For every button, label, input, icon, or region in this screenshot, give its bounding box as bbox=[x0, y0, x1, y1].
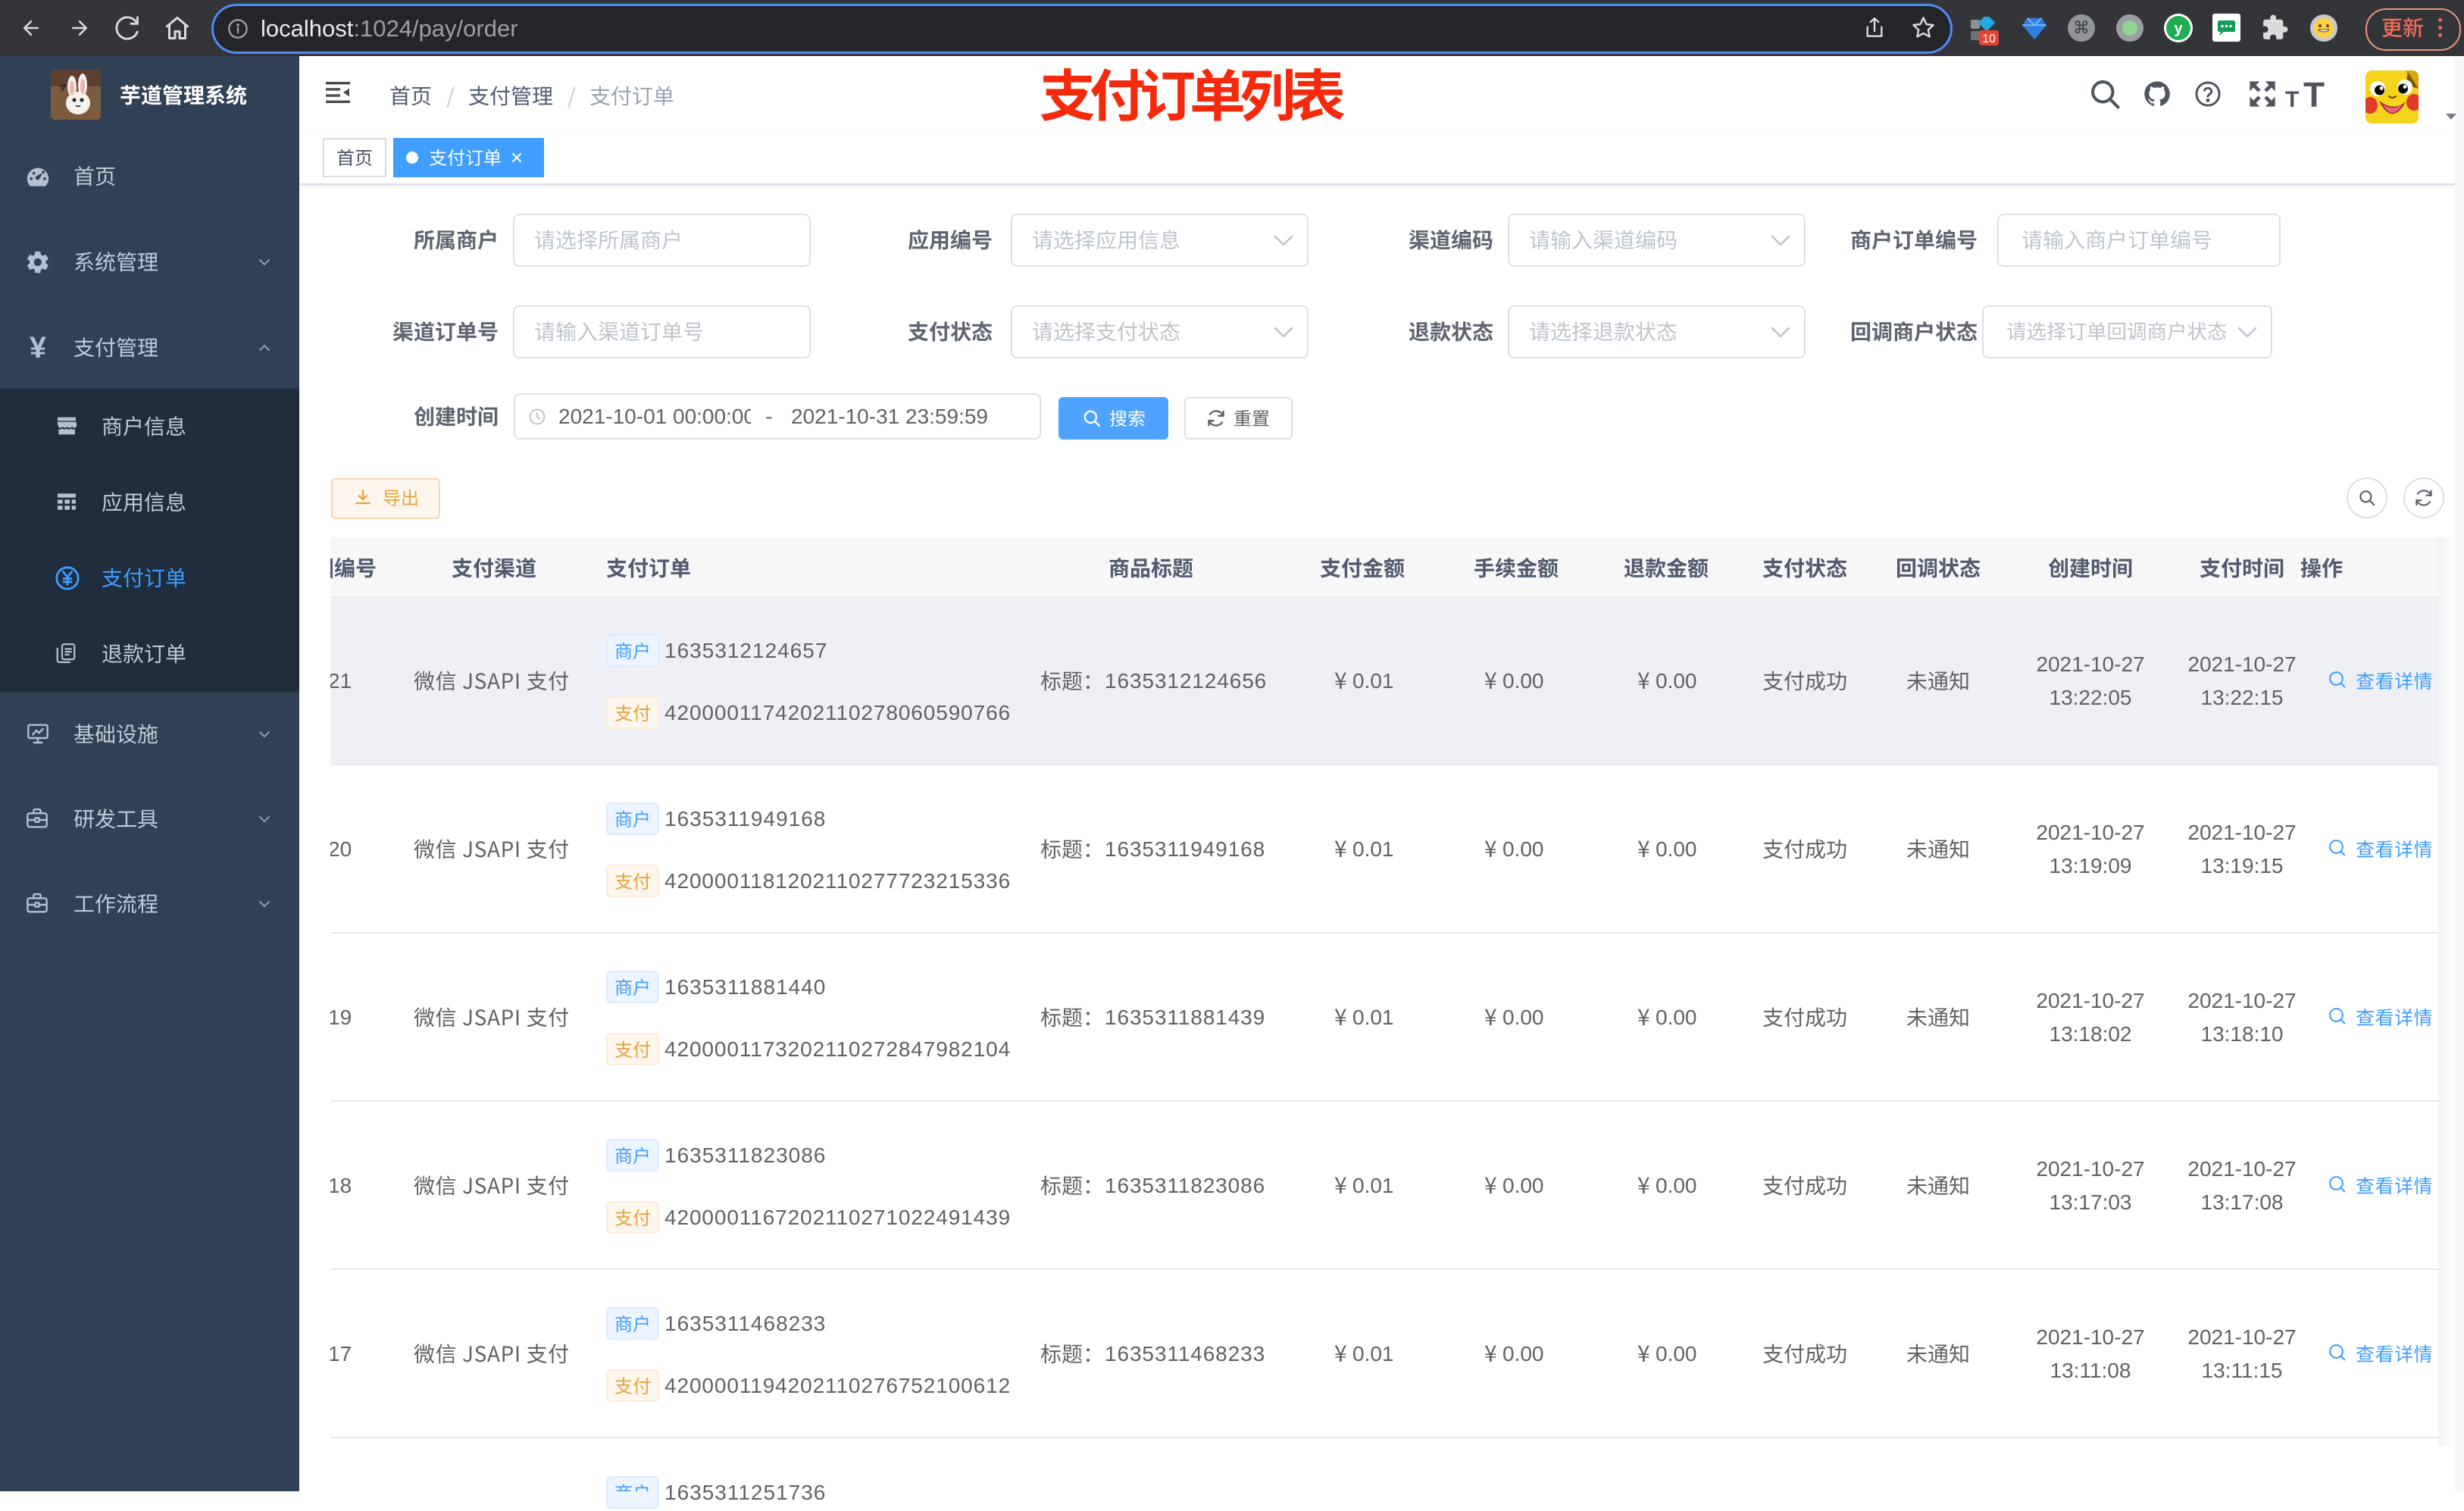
svg-text:T: T bbox=[2285, 87, 2299, 112]
svg-text:¥: ¥ bbox=[30, 335, 46, 361]
svg-text:y: y bbox=[2174, 20, 2183, 37]
svg-text:10: 10 bbox=[1982, 33, 1996, 45]
svg-text:⌘: ⌘ bbox=[2073, 18, 2090, 37]
svg-text:T: T bbox=[2303, 80, 2325, 113]
